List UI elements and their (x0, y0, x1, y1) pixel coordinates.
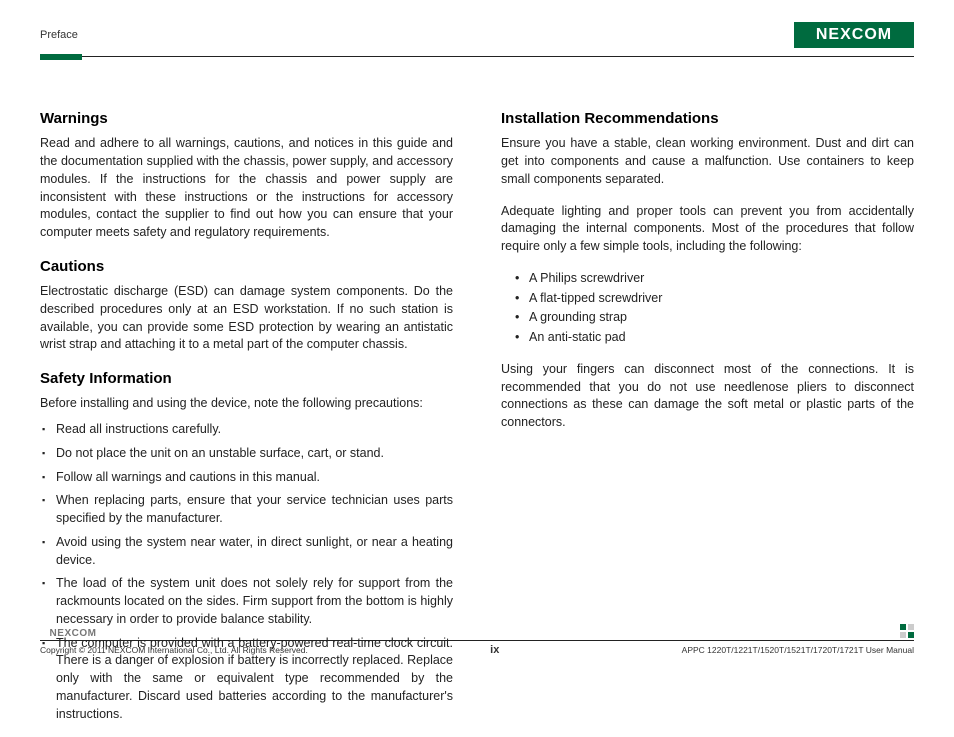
list-item: Do not place the unit on an unstable sur… (56, 445, 453, 463)
list-item: Avoid using the system near water, in di… (56, 534, 453, 570)
header-section-label: Preface (40, 29, 78, 41)
list-item: An anti-static pad (529, 329, 914, 347)
cautions-heading: Cautions (40, 256, 453, 277)
install-p3: Using your fingers can disconnect most o… (501, 361, 914, 432)
copyright-text: Copyright © 2011 NEXCOM International Co… (40, 645, 308, 655)
install-heading: Installation Recommendations (501, 108, 914, 129)
warnings-heading: Warnings (40, 108, 453, 129)
logo-text: NEXCOM (816, 26, 892, 44)
footer-row: Copyright © 2011 NEXCOM International Co… (40, 644, 914, 656)
page-header: Preface NEXCOM (40, 20, 914, 50)
list-item: The load of the system unit does not sol… (56, 575, 453, 628)
list-item: When replacing parts, ensure that your s… (56, 492, 453, 528)
page-number: ix (490, 644, 499, 656)
header-rule (40, 54, 914, 60)
list-item: A grounding strap (529, 309, 914, 327)
page-footer: NEXCOM Copyright © 2011 NEXCOM Internati… (40, 626, 914, 656)
nexcom-logo: NEXCOM (794, 22, 914, 48)
list-item: A flat-tipped screwdriver (529, 290, 914, 308)
footer-decoration-icon (900, 624, 914, 638)
document-id: APPC 1220T/1221T/1520T/1521T/1720T/1721T… (682, 645, 914, 655)
cautions-body: Electrostatic discharge (ESD) can damage… (40, 283, 453, 354)
install-p1: Ensure you have a stable, clean working … (501, 135, 914, 188)
install-p2: Adequate lighting and proper tools can p… (501, 203, 914, 256)
footer-logo: NEXCOM (40, 626, 106, 640)
safety-heading: Safety Information (40, 368, 453, 389)
safety-intro: Before installing and using the device, … (40, 395, 453, 413)
list-item: Follow all warnings and cautions in this… (56, 469, 453, 487)
safety-list: Read all instructions carefully. Do not … (40, 421, 453, 723)
footer-logo-text: NEXCOM (50, 628, 97, 639)
tools-list: A Philips screwdriver A flat-tipped scre… (501, 270, 914, 347)
list-item: A Philips screwdriver (529, 270, 914, 288)
list-item: Read all instructions carefully. (56, 421, 453, 439)
warnings-body: Read and adhere to all warnings, caution… (40, 135, 453, 242)
